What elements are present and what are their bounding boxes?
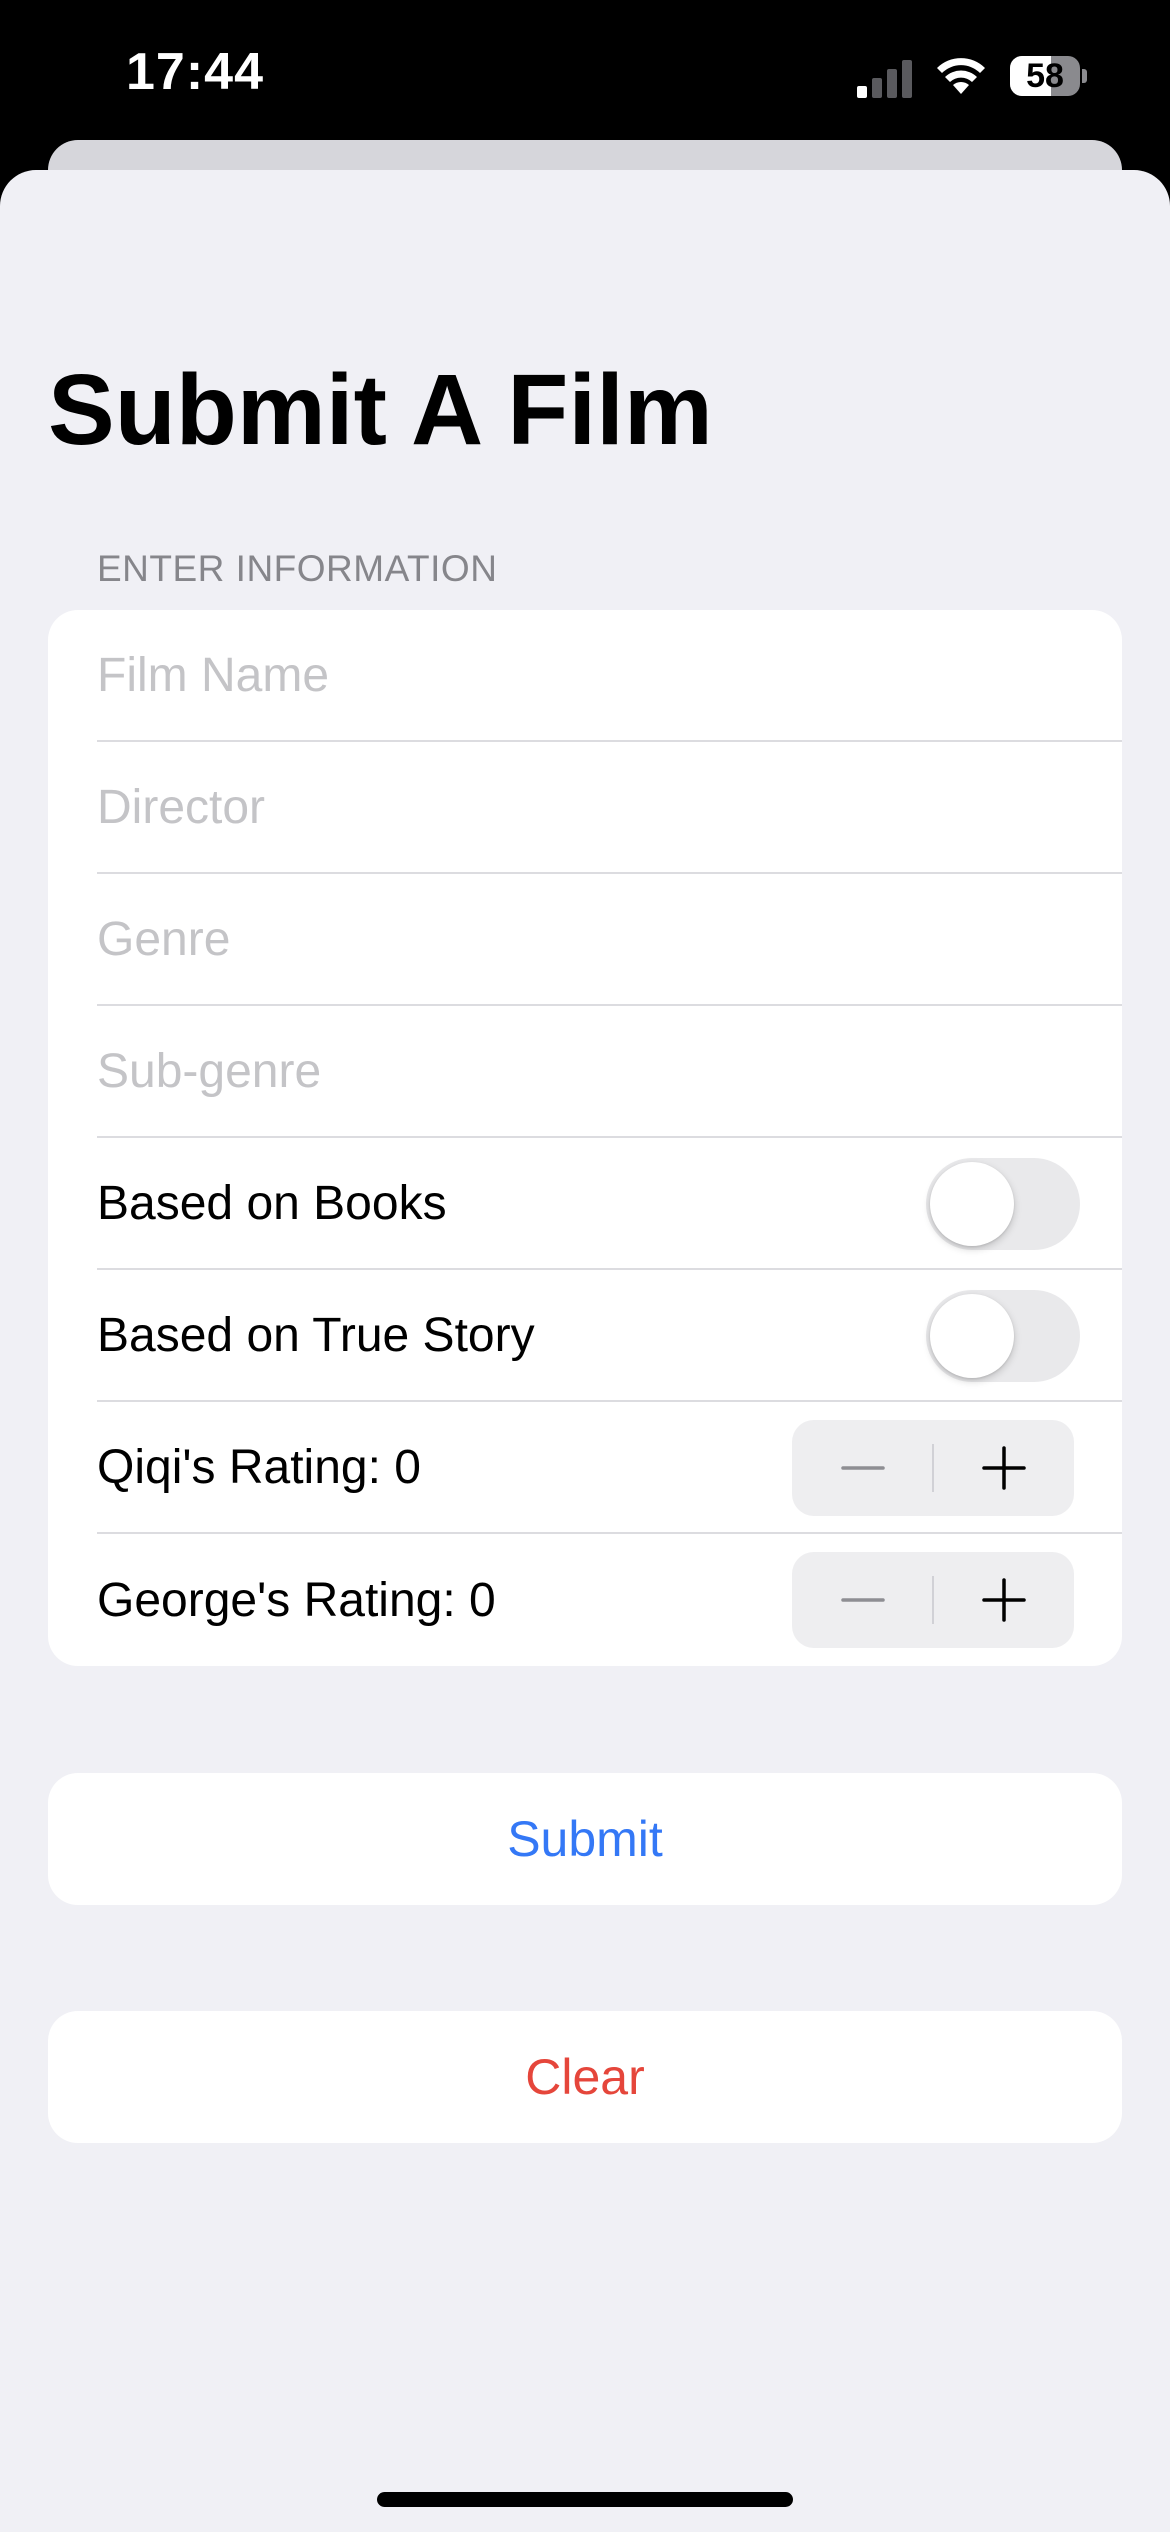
george-rating-decrement-button[interactable] — [792, 1552, 933, 1648]
stepper-divider — [932, 1576, 934, 1624]
toggle-knob — [930, 1162, 1014, 1246]
george-rating-row: George's Rating: 0 — [97, 1534, 1122, 1666]
section-header: ENTER INFORMATION — [97, 548, 498, 589]
based-on-books-label: Based on Books — [97, 1176, 447, 1230]
minus-icon — [840, 1598, 885, 1602]
george-rating-increment-button[interactable] — [933, 1552, 1074, 1648]
based-on-books-toggle[interactable] — [926, 1158, 1080, 1250]
page-title: Submit A Film — [48, 354, 713, 466]
home-indicator[interactable] — [377, 2492, 793, 2507]
qiqi-rating-decrement-button[interactable] — [792, 1420, 933, 1516]
qiqi-rating-row: Qiqi's Rating: 0 — [97, 1402, 1122, 1534]
form-card: Based on Books Based on True Story Qiqi'… — [48, 610, 1122, 1666]
based-on-true-story-toggle[interactable] — [926, 1290, 1080, 1382]
plus-icon — [981, 1446, 1026, 1490]
film-name-input[interactable] — [97, 647, 1057, 703]
wifi-icon — [937, 58, 985, 94]
qiqi-rating-stepper — [792, 1420, 1074, 1516]
plus-icon — [981, 1578, 1026, 1622]
status-bar: 17:44 58 — [0, 0, 1170, 140]
qiqi-rating-label: Qiqi's Rating: 0 — [97, 1440, 421, 1494]
based-on-books-row: Based on Books — [97, 1138, 1122, 1270]
sub-genre-row — [97, 1006, 1122, 1138]
film-name-row — [97, 610, 1122, 742]
sub-genre-input[interactable] — [97, 1043, 1057, 1099]
toggle-knob — [930, 1294, 1014, 1378]
clear-button[interactable]: Clear — [48, 2011, 1122, 2143]
based-on-true-story-label: Based on True Story — [97, 1308, 535, 1362]
genre-input[interactable] — [97, 911, 1057, 967]
george-rating-stepper — [792, 1552, 1074, 1648]
director-row — [97, 742, 1122, 874]
status-time: 17:44 — [126, 43, 264, 101]
based-on-true-story-row: Based on True Story — [97, 1270, 1122, 1402]
qiqi-rating-increment-button[interactable] — [933, 1420, 1074, 1516]
submit-button[interactable]: Submit — [48, 1773, 1122, 1905]
signal-icon — [857, 60, 912, 98]
genre-row — [97, 874, 1122, 1006]
director-input[interactable] — [97, 779, 1057, 835]
battery-icon: 58 — [1010, 56, 1087, 96]
george-rating-label: George's Rating: 0 — [97, 1573, 496, 1627]
stepper-divider — [932, 1444, 934, 1492]
battery-level: 58 — [1026, 57, 1064, 95]
minus-icon — [840, 1466, 885, 1470]
